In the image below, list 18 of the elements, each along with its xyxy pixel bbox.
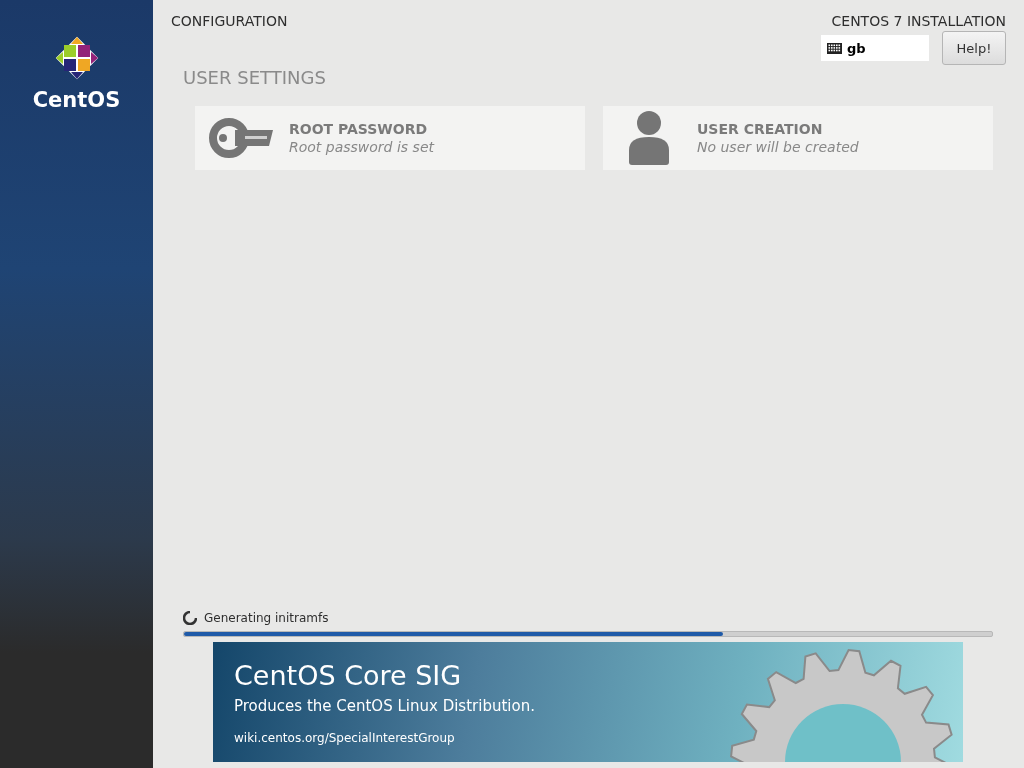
logo-text: CentOS bbox=[32, 88, 121, 112]
progress-status: Generating initramfs bbox=[204, 611, 329, 625]
keyboard-layout-label: gb bbox=[847, 40, 866, 56]
help-button[interactable]: Help! bbox=[942, 31, 1006, 65]
settings-spoke[interactable]: ROOT PASSWORD Root password is set bbox=[195, 106, 585, 170]
settings-spoke[interactable]: USER CREATION No user will be created bbox=[603, 106, 993, 170]
spoke-title: USER CREATION bbox=[697, 121, 824, 137]
spoke-status: Root password is set bbox=[289, 139, 434, 155]
page-title: CONFIGURATION bbox=[171, 13, 288, 31]
section-title: USER SETTINGS bbox=[183, 67, 327, 88]
spoke-title: ROOT PASSWORD bbox=[289, 121, 429, 137]
product-title: CENTOS 7 INSTALLATION bbox=[831, 13, 1006, 29]
keyboard-layout-indicator[interactable]: gb bbox=[821, 35, 929, 61]
banner-title: CentOS Core SIG bbox=[234, 660, 463, 691]
banner-subtitle: Produces the CentOS Linux Distribution. bbox=[234, 697, 536, 715]
keyboard-icon bbox=[827, 42, 842, 54]
spoke-status: No user will be created bbox=[697, 139, 859, 155]
spinner-icon bbox=[183, 611, 197, 625]
